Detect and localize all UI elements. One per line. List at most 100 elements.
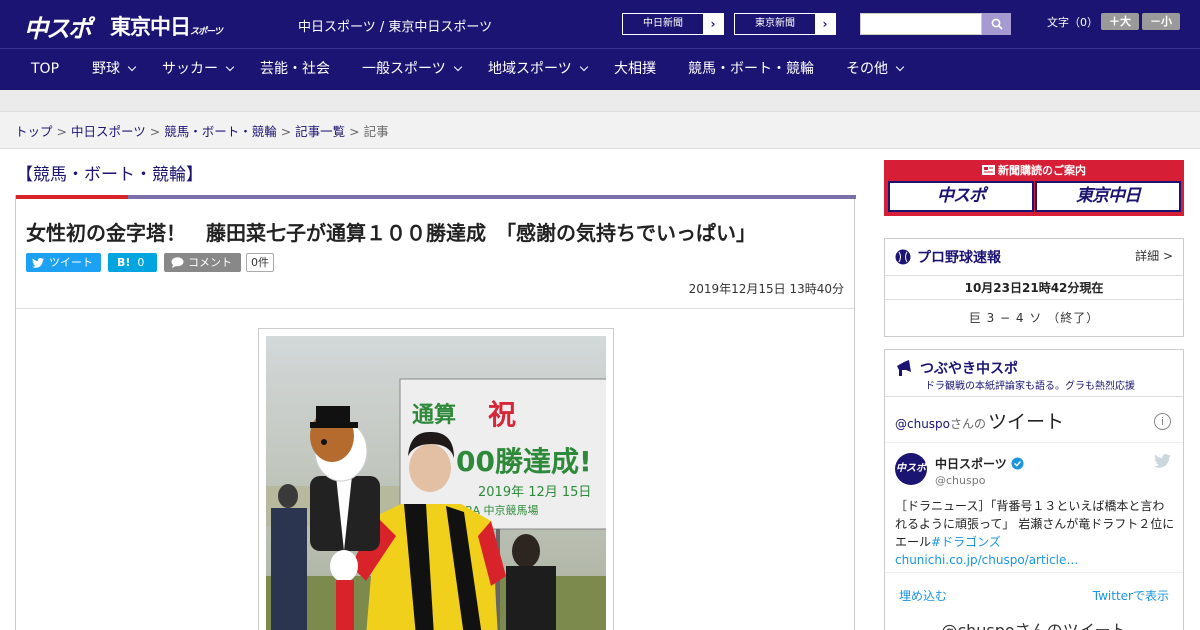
nav-label: 競馬・ボート・競輪 xyxy=(688,61,814,77)
jockey-celebration-photo: 通算 祝 00勝達成! 2019年 12月 15日 JRA 中京競馬場 xyxy=(266,336,606,630)
chevron-down-icon xyxy=(453,62,462,72)
nav-label: 一般スポーツ xyxy=(362,61,446,77)
article-photo-frame: 通算 祝 00勝達成! 2019年 12月 15日 JRA 中京競馬場 xyxy=(258,328,614,630)
nav-label: サッカー xyxy=(162,61,218,77)
breadcrumb-separator: > xyxy=(349,124,360,139)
paper-link-label: 中日新聞 xyxy=(643,18,683,29)
tokyo-logo-text: 東京中日 xyxy=(110,15,191,39)
sign-text-achievement: 00勝達成! xyxy=(456,445,592,478)
nav-item-regional-sports[interactable]: 地域スポーツ xyxy=(488,49,588,91)
comment-label: コメント xyxy=(188,256,232,269)
article-photo[interactable]: 通算 祝 00勝達成! 2019年 12月 15日 JRA 中京競馬場 xyxy=(266,336,606,630)
tweet-account-handle[interactable]: @chuspo xyxy=(935,474,985,487)
nav-item-racing[interactable]: 競馬・ボート・競輪 xyxy=(688,49,814,91)
baseball-as-of: 10月23日21時42分現在 xyxy=(885,275,1183,300)
breadcrumb-separator: > xyxy=(149,124,161,139)
site-name: 中日スポーツ / 東京中日スポーツ xyxy=(298,20,493,35)
breadcrumb-top[interactable]: トップ xyxy=(15,124,53,139)
tweet-link[interactable]: chunichi.co.jp/chuspo/article… xyxy=(895,553,1078,567)
twitter-widget-title: つぶやき中スポ xyxy=(895,358,1018,378)
tokyo-chunichi-logo[interactable]: 東京中日スポーツ xyxy=(110,11,223,41)
baseball-icon xyxy=(895,249,911,265)
tweet-text: ［ドラニュース］「背番号１３といえば橋本と言われるように頑張って」 岩瀬さんが竜… xyxy=(895,497,1175,569)
breadcrumb: トップ > 中日スポーツ > 競馬・ボート・競輪 > 記事一覧 > 記事 xyxy=(15,121,389,140)
tweet-button[interactable]: ツイート xyxy=(26,253,101,272)
subscription-ad[interactable]: 新聞購読のご案内 中スポ 東京中日 xyxy=(884,160,1184,216)
info-icon[interactable]: i xyxy=(1154,413,1171,430)
hatena-count: 0 xyxy=(137,256,145,269)
nav-item-top[interactable]: TOP xyxy=(31,49,59,91)
font-size-label: 文字（0） xyxy=(1047,16,1098,29)
sub-bar xyxy=(0,90,1200,112)
tokyo-shimbun-link[interactable]: 東京新聞 › xyxy=(734,13,836,35)
divider xyxy=(885,396,1183,397)
avatar[interactable]: 中スポ xyxy=(895,453,927,485)
twitter-logo[interactable] xyxy=(1154,454,1171,472)
tweets-header-user[interactable]: @chuspo xyxy=(895,417,950,431)
chuspo-logo[interactable]: 中スポ xyxy=(24,9,92,44)
main-nav: TOP 野球 サッカー 芸能・社会 一般スポーツ 地域スポーツ 大相撲 競馬・ボ… xyxy=(0,48,1200,90)
comment-button[interactable]: コメント xyxy=(164,253,241,272)
nav-item-entertainment[interactable]: 芸能・社会 xyxy=(260,49,330,91)
article-container: 女性初の金字塔！ 藤田菜七子が通算１００勝達成 「感謝の気持ちでいっぱい」 ツイ… xyxy=(15,195,856,630)
chevron-down-icon xyxy=(895,62,905,72)
nav-item-soccer[interactable]: サッカー xyxy=(162,49,235,91)
twitter-widget-title-text: つぶやき中スポ xyxy=(920,361,1018,377)
tweet-account-name[interactable]: 中日スポーツ xyxy=(935,455,1024,472)
font-smaller-button[interactable]: －小 xyxy=(1142,13,1180,30)
font-larger-button[interactable]: ＋大 xyxy=(1101,13,1139,30)
view-on-twitter-link[interactable]: Twitterで表示 xyxy=(1093,587,1169,604)
nav-label: 芸能・社会 xyxy=(260,61,330,77)
hatena-bookmark-button[interactable]: B! 0 xyxy=(108,253,157,272)
twitter-bird-icon xyxy=(1154,454,1171,468)
megaphone-icon xyxy=(897,360,911,376)
article-top-accent xyxy=(16,195,128,199)
nav-item-baseball[interactable]: 野球 xyxy=(92,49,137,91)
article-divider xyxy=(16,308,854,309)
speech-bubble-icon xyxy=(171,257,184,268)
breadcrumb-chunichi-sports[interactable]: 中日スポーツ xyxy=(71,124,146,139)
article-headline: 女性初の金字塔！ 藤田菜七子が通算１００勝達成 「感謝の気持ちでいっぱい」 xyxy=(26,221,756,245)
breadcrumb-racing[interactable]: 競馬・ボート・競輪 xyxy=(164,124,277,139)
ad-logo-chuspo: 中スポ xyxy=(888,181,1034,212)
tweets-footer[interactable]: @chuspoさんのツイート xyxy=(885,617,1183,630)
nav-item-general-sports[interactable]: 一般スポーツ xyxy=(362,49,462,91)
nav-label: 地域スポーツ xyxy=(488,61,572,77)
baseball-detail-link[interactable]: 詳細 > xyxy=(1135,247,1173,264)
newspaper-icon xyxy=(982,165,995,175)
chevron-right-icon: › xyxy=(703,14,723,34)
chunichi-shimbun-link[interactable]: 中日新聞 › xyxy=(622,13,724,35)
nav-label: TOP xyxy=(31,61,60,77)
article-top-border xyxy=(16,195,856,199)
tweet-account-name-text: 中日スポーツ xyxy=(935,457,1007,471)
chevron-down-icon xyxy=(225,62,235,72)
tweet-hashtag[interactable]: #ドラゴンズ xyxy=(931,535,1001,549)
article-timestamp: 2019年12月15日 13時40分 xyxy=(688,282,844,296)
verified-badge-icon xyxy=(1011,457,1024,470)
sign-text-tsusan: 通算 xyxy=(412,402,456,428)
divider xyxy=(885,442,1183,443)
nav-label: その他 xyxy=(846,61,888,77)
search-icon xyxy=(991,18,1003,30)
search-button[interactable] xyxy=(982,13,1011,35)
chevron-right-icon: › xyxy=(815,14,835,34)
twitter-widget-subtitle: ドラ観戦の本紙評論家も語る。グラも熱烈応援 xyxy=(925,381,1135,392)
chevron-down-icon xyxy=(579,62,588,72)
tweets-header-suffix: さんの xyxy=(950,417,987,431)
subscription-ad-title-text: 新聞購読のご案内 xyxy=(998,164,1086,177)
baseball-widget-title-text: プロ野球速報 xyxy=(917,250,1001,266)
twitter-bird-icon xyxy=(32,257,44,268)
breadcrumb-divider xyxy=(0,148,1200,149)
tokyo-logo-sub: スポーツ xyxy=(190,27,223,37)
ad-logo-tokyo-chunichi: 東京中日 xyxy=(1035,181,1181,212)
embed-link[interactable]: 埋め込む xyxy=(899,587,947,604)
baseball-score[interactable]: 巨 3 − 4 ソ （終了） xyxy=(885,309,1183,326)
nav-item-sumo[interactable]: 大相撲 xyxy=(614,49,656,91)
tweets-header-big: ツイート xyxy=(988,411,1065,433)
breadcrumb-article-list[interactable]: 記事一覧 xyxy=(295,124,345,139)
breadcrumb-current: 記事 xyxy=(363,124,389,139)
tweets-header: @chuspoさんの ツイート xyxy=(895,407,1064,434)
comment-count-badge: 0件 xyxy=(246,253,274,272)
nav-item-other[interactable]: その他 xyxy=(846,49,905,91)
search-input[interactable] xyxy=(860,13,982,35)
